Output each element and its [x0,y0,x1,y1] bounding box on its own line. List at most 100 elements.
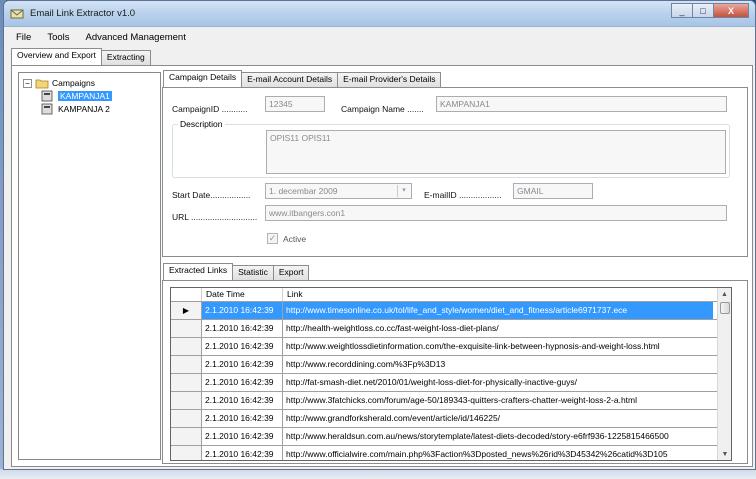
row-header[interactable] [171,320,202,337]
tree-item-kampanja-2[interactable]: KAMPANJA 2 [41,103,110,115]
table-row[interactable]: ▶ 2.1.2010 16:42:39 http://www.timesonline… [171,302,731,320]
maximize-button[interactable]: □ [692,3,714,18]
campaign-icon [41,103,53,115]
row-header[interactable] [171,374,202,391]
description-label: Description [178,119,225,129]
campaign-details-panel: CampaignID ........... 12345 Campaign Na… [162,87,748,257]
row-header[interactable] [171,338,202,355]
grid-header: Date Time Link [171,288,731,302]
folder-icon [35,79,49,89]
tree-item-kampanja1[interactable]: KAMPANJA1 [41,90,112,102]
cell-date-time[interactable]: 2.1.2010 16:42:39 [202,356,283,373]
title-bar[interactable]: Email Link Extractor v1.0 _ □ X [4,1,755,27]
cell-link[interactable]: http://www.recorddining.com/%3Fp%3D13 [283,356,713,373]
cell-date-time[interactable]: 2.1.2010 16:42:39 [202,392,283,409]
cell-link[interactable]: http://www.heraldsun.com.au/news/storyte… [283,428,713,445]
scroll-up-icon[interactable]: ▲ [718,288,731,302]
start-date-label: Start Date................. [172,190,251,200]
row-header[interactable] [171,392,202,409]
row-header[interactable]: ▶ [171,302,202,319]
row-header-corner [171,288,202,301]
tree-item-label: KAMPANJA1 [58,91,112,101]
cell-date-time[interactable]: 2.1.2010 16:42:39 [202,338,283,355]
campaign-name-field[interactable]: KAMPANJA1 [436,96,727,112]
column-header-link[interactable]: Link [283,288,713,301]
tab-email-account-details[interactable]: E-mail Account Details [241,72,339,87]
close-button[interactable]: X [713,3,749,18]
cell-date-time[interactable]: 2.1.2010 16:42:39 [202,320,283,337]
column-header-date-time[interactable]: Date Time [202,288,283,301]
table-row[interactable]: 2.1.2010 16:42:39 http://health-weightlos… [171,320,731,338]
dropdown-arrow-icon[interactable]: ▾ [397,185,410,197]
vertical-scrollbar[interactable]: ▲ ▼ [717,288,731,460]
active-label: Active [283,234,307,244]
overview-panel: − Campaigns KAMPANJA1 KAMPANJA 2 Campaig… [11,65,753,467]
tree-root[interactable]: − Campaigns [23,77,95,89]
email-id-label: E-mailID .................. [424,190,502,200]
taskbar-strip [0,469,756,479]
campaign-tree[interactable]: − Campaigns KAMPANJA1 KAMPANJA 2 [18,72,161,460]
table-row[interactable]: 2.1.2010 16:42:39 http://www.3fatchicks.c… [171,392,731,410]
row-header[interactable] [171,446,202,460]
cell-link[interactable]: http://health-weightloss.co.cc/fast-weig… [283,320,713,337]
tab-email-provider-details[interactable]: E-mail Provider's Details [337,72,442,87]
links-grid[interactable]: Date Time Link ▶ 2.1.2010 16:42:39 http://… [170,287,732,461]
links-tab-strip: Extracted Links Statistic Export [163,263,310,280]
menu-file[interactable]: File [8,32,39,43]
cell-date-time[interactable]: 2.1.2010 16:42:39 [202,302,283,319]
app-icon [10,9,24,19]
cell-date-time[interactable]: 2.1.2010 16:42:39 [202,428,283,445]
details-tab-strip: Campaign Details E-mail Account Details … [163,70,442,87]
cell-date-time[interactable]: 2.1.2010 16:42:39 [202,446,283,460]
tab-overview-and-export[interactable]: Overview and Export [11,48,102,65]
cell-date-time[interactable]: 2.1.2010 16:42:39 [202,410,283,427]
cell-link[interactable]: http://www.3fatchicks.com/forum/age-50/1… [283,392,713,409]
description-field[interactable]: OPIS11 OPIS11 [266,130,726,174]
tree-root-label: Campaigns [52,78,95,88]
menu-bar: File Tools Advanced Management [4,27,755,47]
table-row[interactable]: 2.1.2010 16:42:39 http://www.grandforkshe… [171,410,731,428]
tree-item-label: KAMPANJA 2 [58,104,110,114]
outer-tab-strip: Overview and Export Extracting [11,48,151,65]
table-row[interactable]: 2.1.2010 16:42:39 http://fat-smash-diet.n… [171,374,731,392]
email-id-field[interactable]: GMAIL [513,183,593,199]
scroll-thumb[interactable] [720,302,730,314]
grid-body: ▶ 2.1.2010 16:42:39 http://www.timesonline… [171,302,731,460]
table-row[interactable]: 2.1.2010 16:42:39 http://www.officialwire… [171,446,731,460]
cell-link[interactable]: http://www.weightlossdietinformation.com… [283,338,713,355]
collapse-icon[interactable]: − [23,78,32,88]
campaign-id-label: CampaignID ........... [172,104,248,114]
campaign-id-field[interactable]: 12345 [265,96,325,112]
start-date-value: 1. decembar 2009 [269,186,338,196]
campaign-icon [41,90,53,102]
tab-extracted-links[interactable]: Extracted Links [163,263,234,280]
cell-link[interactable]: http://www.timesonline.co.uk/tol/life_an… [283,302,713,319]
menu-advanced-management[interactable]: Advanced Management [78,32,194,43]
row-header[interactable] [171,428,202,445]
cell-link[interactable]: http://fat-smash-diet.net/2010/01/weight… [283,374,713,391]
main-window: Email Link Extractor v1.0 _ □ X File Too… [3,0,756,470]
description-group: Description OPIS11 OPIS11 [172,119,730,178]
url-label: URL ............................ [172,212,258,222]
tab-campaign-details[interactable]: Campaign Details [163,70,243,87]
menu-tools[interactable]: Tools [39,32,77,43]
minimize-button[interactable]: _ [671,3,693,18]
scroll-down-icon[interactable]: ▼ [718,448,731,460]
tab-extracting[interactable]: Extracting [100,50,151,65]
window-title: Email Link Extractor v1.0 [30,8,136,19]
campaign-name-label: Campaign Name ....... [341,104,424,114]
table-row[interactable]: 2.1.2010 16:42:39 http://www.weightlossdi… [171,338,731,356]
row-header[interactable] [171,356,202,373]
cell-date-time[interactable]: 2.1.2010 16:42:39 [202,374,283,391]
start-date-picker[interactable]: 1. decembar 2009 ▾ [265,183,412,199]
table-row[interactable]: 2.1.2010 16:42:39 http://www.recorddining… [171,356,731,374]
cell-link[interactable]: http://www.officialwire.com/main.php%3Fa… [283,446,713,460]
table-row[interactable]: 2.1.2010 16:42:39 http://www.heraldsun.co… [171,428,731,446]
extracted-links-panel: Date Time Link ▶ 2.1.2010 16:42:39 http://… [162,280,748,464]
url-field[interactable]: www.itbangers.con1 [265,205,727,221]
tab-export[interactable]: Export [272,265,310,280]
active-checkbox[interactable]: ✓ [267,233,278,244]
tab-statistic[interactable]: Statistic [232,265,274,280]
cell-link[interactable]: http://www.grandforksherald.com/event/ar… [283,410,713,427]
row-header[interactable] [171,410,202,427]
